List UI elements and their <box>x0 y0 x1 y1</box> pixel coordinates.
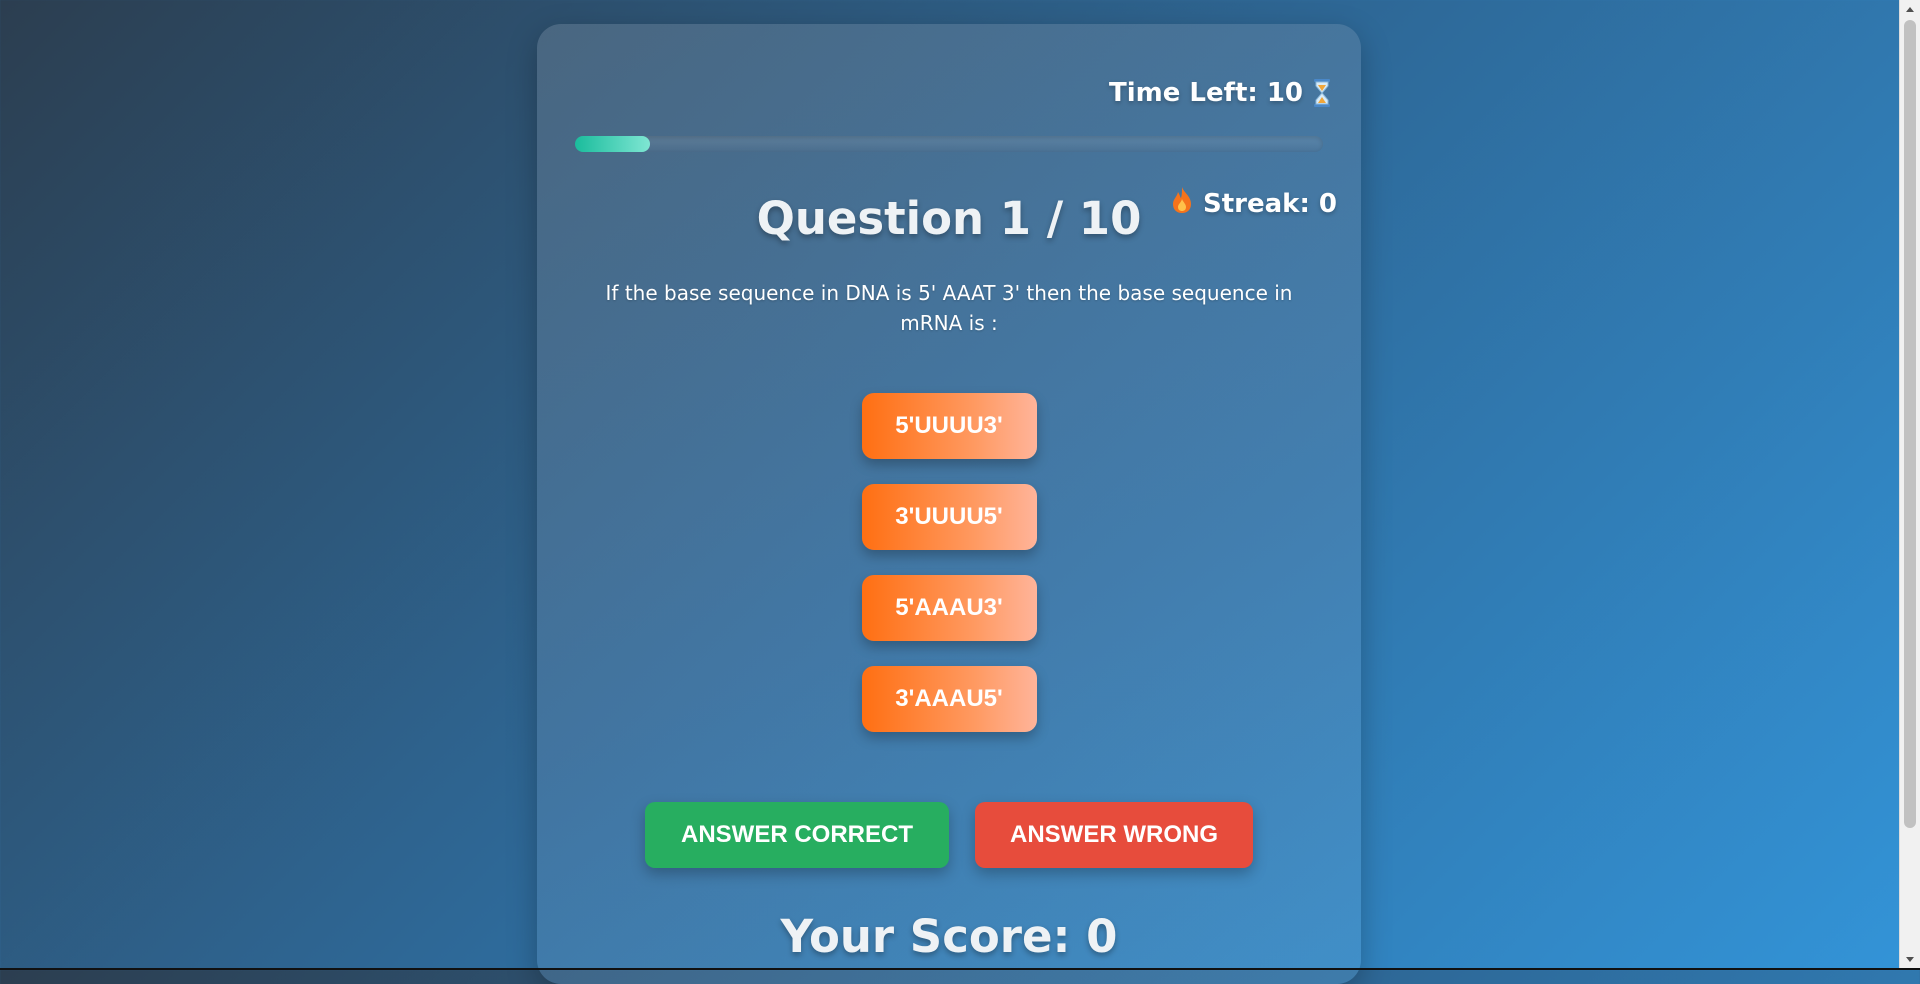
answer-correct-button[interactable]: ANSWER CORRECT <box>645 802 949 868</box>
answer-wrong-button[interactable]: ANSWER WRONG <box>975 802 1253 868</box>
timer-progress-fill <box>575 136 650 152</box>
hourglass-icon <box>1313 79 1331 107</box>
score-display: Your Score: 0 <box>780 910 1118 963</box>
answer-options: 5'UUUU3' 3'UUUU5' 5'AAAU3' 3'AAAU5' <box>537 393 1361 732</box>
option-button[interactable]: 3'UUUU5' <box>861 484 1037 550</box>
chevron-up-icon <box>1906 6 1914 12</box>
scrollbar-thumb[interactable] <box>1904 20 1916 828</box>
answer-actions: ANSWER CORRECT ANSWER WRONG <box>537 802 1361 868</box>
timer-progress-bar <box>575 136 1323 152</box>
question-text: If the base sequence in DNA is 5' AAAT 3… <box>605 281 1293 335</box>
option-button[interactable]: 5'AAAU3' <box>861 575 1037 641</box>
chevron-down-icon <box>1906 956 1914 962</box>
streak-counter: Streak: 0 <box>1171 186 1337 221</box>
scroll-down-button[interactable] <box>1900 950 1920 968</box>
option-button[interactable]: 3'AAAU5' <box>861 666 1037 732</box>
scroll-up-button[interactable] <box>1900 0 1920 18</box>
streak-label: Streak: 0 <box>1203 188 1337 219</box>
timer: Time Left: 10 <box>1109 78 1331 108</box>
quiz-card: Time Left: 10 Question 1 / 10 Streak: 0 <box>537 24 1361 984</box>
timer-label: Time Left: 10 <box>1109 78 1303 108</box>
vertical-scrollbar[interactable] <box>1899 0 1920 968</box>
option-button[interactable]: 5'UUUU3' <box>861 393 1037 459</box>
flame-icon <box>1171 186 1193 221</box>
